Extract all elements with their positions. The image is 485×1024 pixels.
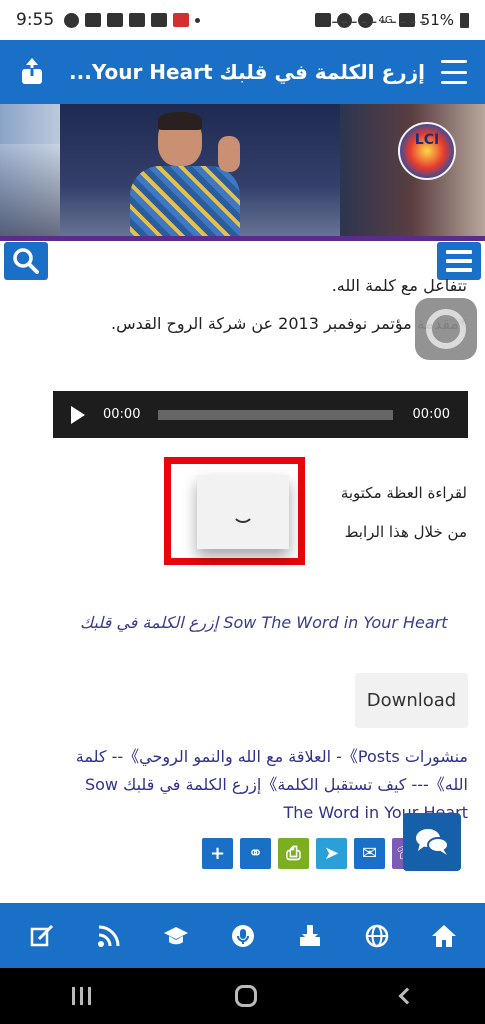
- download-nav-icon[interactable]: [293, 919, 327, 953]
- app-header: إزرع الكلمة في قلبك Your Heart...: [0, 40, 485, 104]
- body-text-line-2: *مقدمة مؤتمر نوفمبر 2013 عن شركة الروح ا…: [111, 314, 467, 333]
- app-status-icon: [173, 13, 190, 27]
- sermon-link-thumbnail[interactable]: [197, 475, 289, 549]
- audio-seek-bar[interactable]: [158, 409, 393, 420]
- logo-text: LCI: [414, 132, 440, 148]
- side-menu-button[interactable]: [437, 242, 481, 280]
- share-button[interactable]: [18, 58, 46, 86]
- print-share-icon[interactable]: ⎙: [278, 838, 309, 869]
- assistive-touch-icon: [426, 309, 466, 349]
- audio-current-time: 00:00: [103, 407, 141, 422]
- body-text-line-1: تتفاعل مع كلمة الله.: [331, 276, 467, 295]
- status-time: 9:55: [16, 10, 55, 30]
- microphone-nav-icon[interactable]: [226, 919, 260, 953]
- mail-status-icon: [107, 13, 124, 27]
- hamburger-menu-button[interactable]: [441, 60, 467, 84]
- hamburger-icon: [441, 60, 467, 63]
- whatsapp-status-icon: [64, 12, 80, 28]
- more-status-dot: [195, 17, 201, 23]
- church-logo: [398, 122, 456, 180]
- home-button[interactable]: [235, 985, 257, 1007]
- search-icon: [13, 248, 39, 274]
- lock-status-icon: [314, 13, 331, 27]
- audio-duration: 00:00: [412, 407, 450, 422]
- hero-banner: LCI: [0, 104, 485, 240]
- globe-nav-icon[interactable]: [360, 919, 394, 953]
- partial-text-line: ـ ـ ـ ـ ـ ـ ـ ـ ـ ـ: [332, 8, 425, 27]
- back-button[interactable]: [398, 987, 416, 1005]
- search-button[interactable]: [4, 242, 48, 280]
- battery-icon: [460, 12, 469, 28]
- nav-indicator-tab: [347, 890, 417, 904]
- download-button[interactable]: Download: [355, 673, 468, 728]
- youtube-status-icon: [85, 13, 102, 27]
- rss-nav-icon[interactable]: [92, 919, 126, 953]
- edit-nav-icon[interactable]: [25, 919, 59, 953]
- speaker-image: [130, 112, 240, 240]
- read-sermon-label: لقراءة العظة مكتوبة: [340, 484, 467, 502]
- menu-icon: [446, 250, 472, 254]
- mail-status-icon-2: [129, 13, 146, 27]
- audio-player: 00:00 00:00: [53, 391, 468, 438]
- system-navigation-bar: [0, 968, 485, 1024]
- recents-button[interactable]: [72, 987, 91, 1005]
- graduation-nav-icon[interactable]: [159, 919, 193, 953]
- chat-icon: [416, 829, 449, 855]
- telegram-share-icon[interactable]: ➤: [316, 838, 347, 869]
- play-button[interactable]: [71, 405, 85, 424]
- loading-spinner-icon: [232, 501, 254, 523]
- chat-button[interactable]: [403, 813, 461, 871]
- via-link-label: من خلال هذا الرابط: [344, 523, 467, 541]
- series-link[interactable]: إزرع الكلمة في قلبك Sow The Word in Your…: [80, 613, 448, 632]
- battery-label: 51%: [420, 11, 454, 29]
- email-share-icon[interactable]: ✉: [354, 838, 385, 869]
- keyboard-status-icon: [151, 13, 168, 27]
- home-nav-icon[interactable]: [427, 919, 461, 953]
- page-title: إزرع الكلمة في قلبك Your Heart...: [70, 60, 425, 84]
- link-share-icon[interactable]: ⚭: [240, 838, 271, 869]
- share-icon: [22, 58, 42, 84]
- bottom-navigation: [0, 903, 485, 968]
- add-share-icon[interactable]: +: [202, 838, 233, 869]
- assistive-touch-button[interactable]: [415, 298, 477, 360]
- banner-divider: [0, 236, 485, 241]
